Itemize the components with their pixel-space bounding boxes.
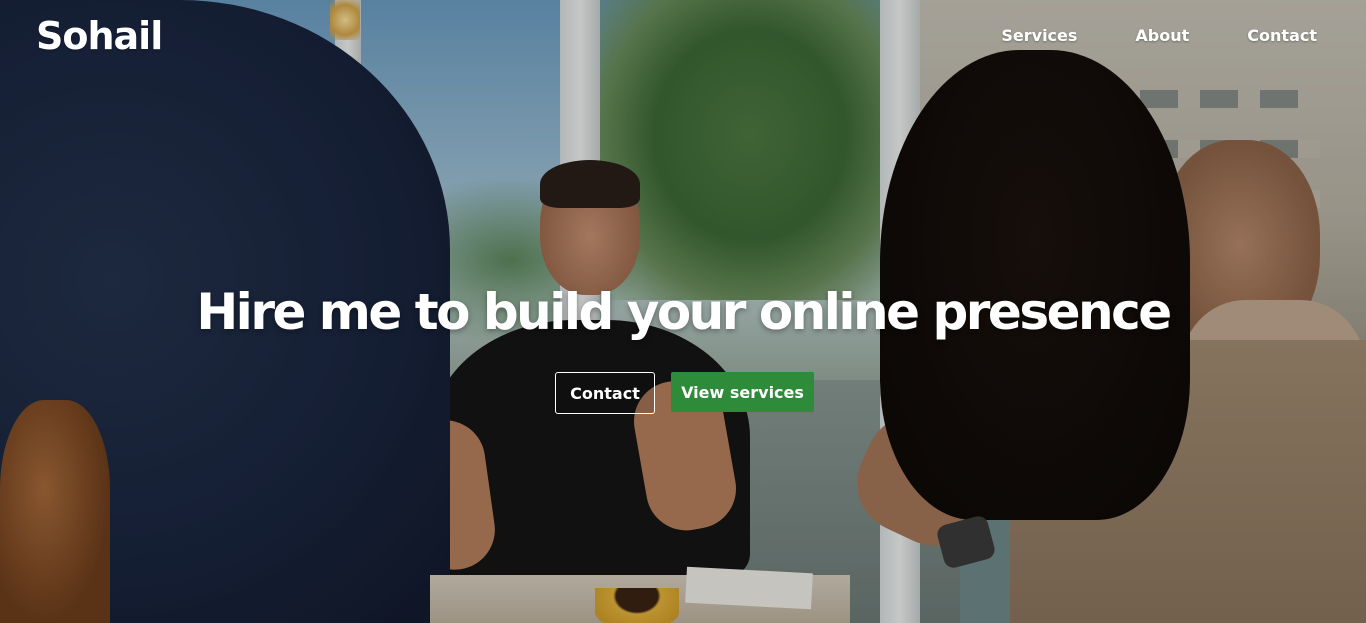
nav-link-about[interactable]: About	[1135, 26, 1189, 46]
logo[interactable]: Sohail	[36, 14, 163, 58]
cta-buttons: Contact View services	[555, 372, 814, 414]
main-nav: Services About Contact	[1001, 26, 1317, 46]
hero-section: Sohail Services About Contact Hire me to…	[0, 0, 1366, 623]
nav-link-contact[interactable]: Contact	[1247, 26, 1317, 46]
view-services-button[interactable]: View services	[671, 372, 814, 412]
contact-button[interactable]: Contact	[555, 372, 655, 414]
nav-link-services[interactable]: Services	[1001, 26, 1077, 46]
hero-headline: Hire me to build your online presence	[196, 283, 1172, 341]
